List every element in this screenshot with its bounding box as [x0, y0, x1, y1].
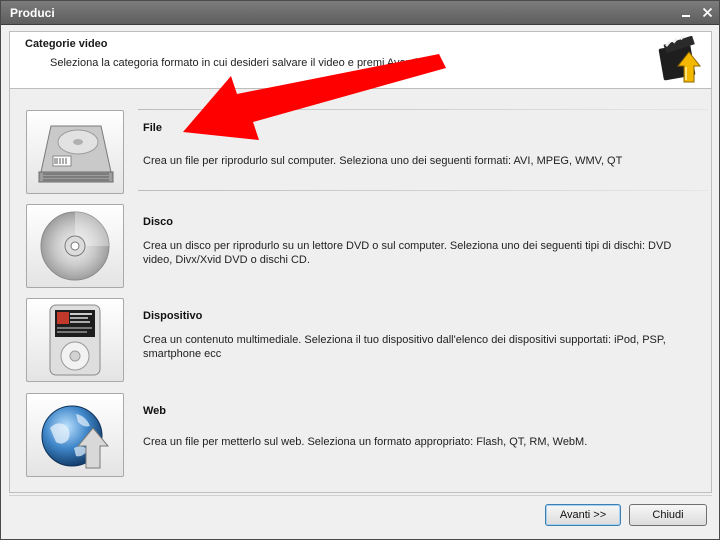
selection-divider-top	[138, 109, 708, 110]
window-title: Produci	[10, 6, 55, 20]
category-disco-button[interactable]	[26, 204, 124, 288]
category-web-button[interactable]	[26, 393, 124, 477]
category-list: File Crea un file per riprodurlo sul com…	[9, 89, 712, 493]
produci-window: Produci Categorie video Seleziona la cat…	[0, 0, 720, 540]
category-web-description: Crea un file per metterlo sul web. Selez…	[143, 436, 588, 448]
hard-drive-icon	[38, 125, 114, 183]
category-file[interactable]: File Crea un file per riprodurlo sul com…	[26, 109, 708, 196]
category-file-button[interactable]	[26, 110, 124, 194]
chiudi-button[interactable]: Chiudi	[629, 504, 707, 526]
category-dispositivo-description: Crea un contenuto multimediale. Selezion…	[143, 334, 666, 360]
category-disco-description: Crea un disco per riprodurlo su un letto…	[143, 240, 672, 266]
category-web-title: Web	[143, 405, 167, 417]
wizard-header: Categorie video Seleziona la categoria f…	[9, 31, 712, 89]
category-file-title: File	[143, 122, 162, 134]
avanti-button[interactable]: Avanti >>	[545, 504, 621, 526]
globe-icon	[41, 405, 110, 469]
header-title: Categorie video	[25, 38, 108, 50]
title-bar[interactable]: Produci	[1, 1, 719, 25]
selection-divider-bottom	[138, 190, 708, 191]
category-file-description: Crea un file per riprodurlo sul computer…	[143, 155, 623, 167]
disc-icon	[40, 211, 110, 281]
minimize-button[interactable]	[677, 4, 695, 21]
header-subtitle: Seleziona la categoria formato in cui de…	[50, 57, 418, 69]
category-web[interactable]: Web Crea un file per metterlo sul web. S…	[26, 393, 706, 479]
film-upload-icon	[658, 36, 702, 83]
minimize-icon	[682, 14, 690, 17]
media-player-icon	[49, 304, 101, 376]
category-dispositivo-title: Dispositivo	[143, 310, 203, 322]
close-button[interactable]	[698, 4, 716, 21]
close-icon	[702, 7, 712, 18]
footer-separator	[9, 495, 712, 496]
category-dispositivo[interactable]: Dispositivo Crea un contenuto multimedia…	[26, 298, 706, 384]
category-dispositivo-button[interactable]	[26, 298, 124, 382]
category-disco[interactable]: Disco Crea un disco per riprodurlo su un…	[26, 204, 706, 290]
category-disco-title: Disco	[143, 216, 173, 228]
